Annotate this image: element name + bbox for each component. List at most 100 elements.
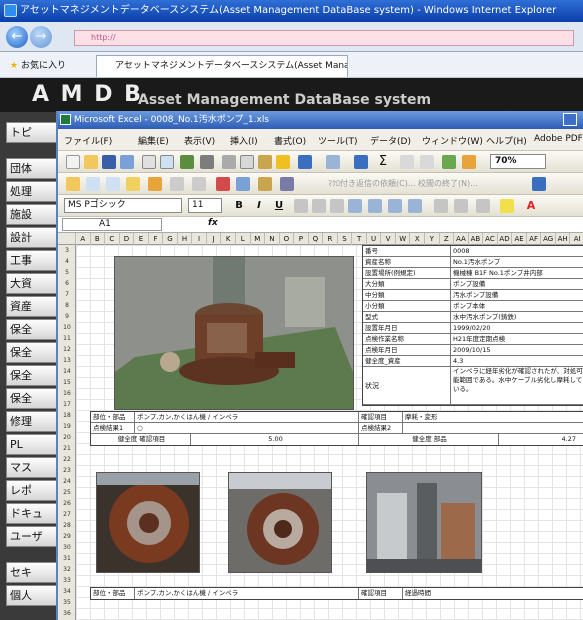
row-header[interactable]: 25 <box>58 487 76 498</box>
toolbar-options-icon[interactable] <box>532 177 546 191</box>
show-comment-icon[interactable] <box>170 177 184 191</box>
sidebar-item[interactable]: 施設 <box>6 204 58 225</box>
name-box[interactable]: A1 <box>62 218 162 231</box>
row-header[interactable]: 10 <box>58 322 76 333</box>
row-header[interactable]: 33 <box>58 575 76 586</box>
drawing-icon[interactable] <box>462 155 476 169</box>
column-header[interactable]: O <box>280 233 295 245</box>
row-header[interactable]: 21 <box>58 443 76 454</box>
indent-icon[interactable] <box>408 199 422 213</box>
menu-item-format[interactable]: 書式(O) <box>274 134 306 147</box>
browser-tab[interactable]: アセットマネジメントデータベースシステム(Asset Manage... <box>96 55 348 77</box>
row-header[interactable]: 19 <box>58 421 76 432</box>
row-header[interactable]: 26 <box>58 498 76 509</box>
column-header[interactable]: V <box>381 233 396 245</box>
sidebar-item[interactable]: 修理 <box>6 411 58 432</box>
column-header[interactable]: AI <box>570 233 583 245</box>
row-header[interactable]: 4 <box>58 256 76 267</box>
justify-icon[interactable] <box>388 199 402 213</box>
column-header[interactable]: M <box>251 233 266 245</box>
sidebar-item[interactable]: 大資 <box>6 273 58 294</box>
new-icon[interactable] <box>66 155 80 169</box>
back-arrow-icon[interactable]: ← <box>6 26 28 48</box>
paste-icon[interactable] <box>258 155 272 169</box>
align-right-icon[interactable] <box>330 199 344 213</box>
row-header[interactable]: 27 <box>58 509 76 520</box>
row-header[interactable]: 22 <box>58 454 76 465</box>
redo-icon[interactable] <box>326 155 340 169</box>
print-icon[interactable] <box>142 155 156 169</box>
open-icon[interactable] <box>84 155 98 169</box>
column-header[interactable]: AC <box>483 233 498 245</box>
row-header[interactable]: 35 <box>58 597 76 608</box>
next-comment-icon[interactable] <box>148 177 162 191</box>
sidebar-item[interactable]: 処理 <box>6 181 58 202</box>
column-header[interactable]: G <box>163 233 178 245</box>
permission-icon[interactable] <box>120 155 134 169</box>
column-header[interactable]: Q <box>309 233 324 245</box>
decimal-icon[interactable] <box>434 199 448 213</box>
row-header[interactable]: 5 <box>58 267 76 278</box>
menu-item-adobe-pdf[interactable]: Adobe PDF <box>534 134 583 144</box>
font-color-icon[interactable]: A <box>524 199 538 213</box>
column-header[interactable]: AA <box>454 233 469 245</box>
sidebar-item[interactable]: ユーザ <box>6 526 58 547</box>
borders-icon[interactable] <box>476 199 490 213</box>
minimize-button[interactable] <box>563 113 577 126</box>
row-header[interactable]: 20 <box>58 432 76 443</box>
sidebar-item[interactable]: 資産 <box>6 296 58 317</box>
row-header[interactable]: 18 <box>58 410 76 421</box>
column-header[interactable]: K <box>221 233 236 245</box>
menu-item-help[interactable]: ヘルプ(H) <box>486 134 527 147</box>
column-header[interactable]: Y <box>425 233 440 245</box>
sidebar-item[interactable]: セキ <box>6 562 58 583</box>
sidebar-item[interactable]: PL <box>6 434 58 455</box>
row-header[interactable]: 36 <box>58 608 76 619</box>
merge-center-icon[interactable] <box>348 199 362 213</box>
column-header[interactable]: AE <box>512 233 527 245</box>
row-header[interactable]: 8 <box>58 300 76 311</box>
column-header[interactable]: J <box>207 233 222 245</box>
comment-icon[interactable] <box>106 177 120 191</box>
select-all-corner[interactable] <box>58 233 76 245</box>
column-header[interactable]: AF <box>527 233 542 245</box>
row-header[interactable]: 12 <box>58 344 76 355</box>
decrease-decimal-icon[interactable] <box>454 199 468 213</box>
sidebar-item[interactable]: ドキュ <box>6 503 58 524</box>
forward-arrow-icon[interactable]: → <box>30 26 52 48</box>
zoom-select[interactable]: 70% <box>490 154 546 169</box>
font-name-select[interactable]: MS Pゴシック <box>64 198 182 213</box>
delete-comment-icon[interactable] <box>216 177 230 191</box>
column-header[interactable]: L <box>236 233 251 245</box>
row-header[interactable]: 24 <box>58 476 76 487</box>
underline-button[interactable]: U <box>272 199 286 213</box>
row-header[interactable]: 31 <box>58 553 76 564</box>
column-header[interactable]: AG <box>541 233 556 245</box>
show-all-comments-icon[interactable] <box>192 177 206 191</box>
update-file-icon[interactable] <box>258 177 272 191</box>
print-preview-icon[interactable] <box>160 155 174 169</box>
italic-button[interactable]: I <box>252 199 266 213</box>
column-header[interactable]: C <box>105 233 120 245</box>
fill-color-icon[interactable] <box>500 199 514 213</box>
column-header[interactable]: R <box>323 233 338 245</box>
track-changes-icon[interactable] <box>236 177 250 191</box>
bold-button[interactable]: B <box>232 199 246 213</box>
column-header[interactable]: A <box>76 233 91 245</box>
column-header[interactable]: N <box>265 233 280 245</box>
sort-ascending-icon[interactable] <box>400 155 414 169</box>
cut-icon[interactable] <box>222 155 236 169</box>
menu-item-data[interactable]: データ(D) <box>370 134 411 147</box>
research-icon[interactable] <box>200 155 214 169</box>
sidebar-item[interactable]: 設計 <box>6 227 58 248</box>
column-header[interactable]: H <box>178 233 193 245</box>
column-header[interactable]: Z <box>440 233 455 245</box>
align-left-icon[interactable] <box>294 199 308 213</box>
menu-item-insert[interactable]: 挿入(I) <box>230 134 258 147</box>
row-header[interactable]: 30 <box>58 542 76 553</box>
row-header[interactable]: 13 <box>58 355 76 366</box>
column-header[interactable]: I <box>192 233 207 245</box>
row-header[interactable]: 29 <box>58 531 76 542</box>
column-header[interactable]: B <box>91 233 106 245</box>
sidebar-item[interactable]: 団体 <box>6 158 58 179</box>
